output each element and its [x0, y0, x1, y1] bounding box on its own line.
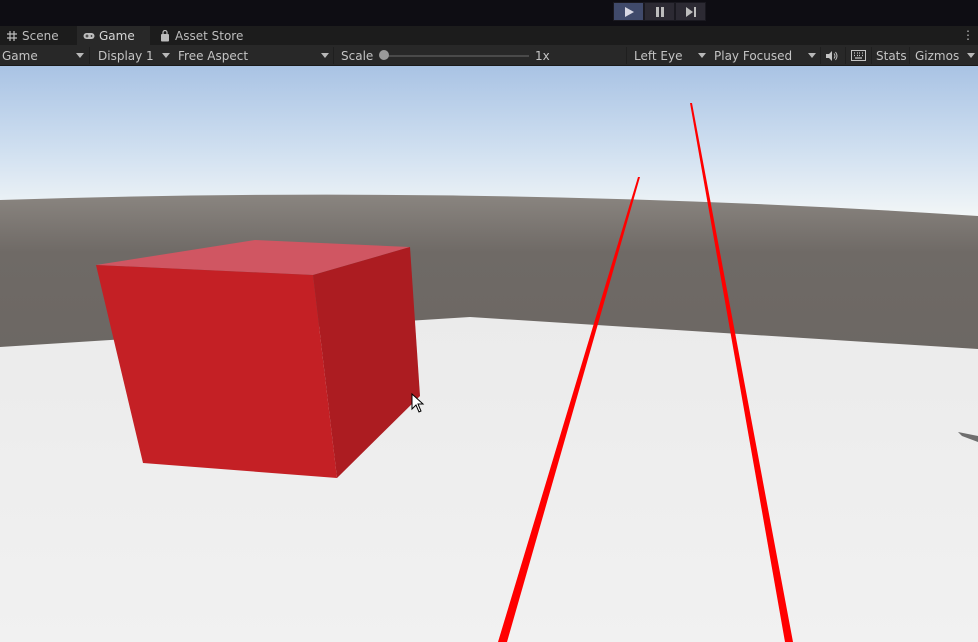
game-viewport[interactable]: [0, 66, 978, 642]
tab-asset-store[interactable]: Asset Store: [153, 26, 249, 45]
aspect-dropdown[interactable]: Free Aspect: [178, 45, 248, 66]
gizmos-button[interactable]: Gizmos: [915, 45, 959, 66]
chevron-down-icon: [76, 53, 84, 58]
display-dropdown-label: Display 1: [98, 48, 154, 63]
scale-slider-handle[interactable]: [379, 50, 389, 60]
grid-icon: [7, 30, 17, 41]
scene-render: [0, 66, 978, 642]
divider: [333, 47, 334, 64]
display-dropdown[interactable]: Display 1: [98, 45, 154, 66]
view-dropdown[interactable]: Game: [2, 45, 38, 66]
divider: [89, 47, 90, 64]
step-icon: [685, 6, 696, 17]
play-button[interactable]: [613, 2, 644, 21]
speaker-icon: [826, 50, 838, 61]
view-dropdown-label: Game: [2, 48, 38, 63]
divider: [871, 47, 872, 64]
tab-label: Asset Store: [175, 28, 244, 43]
eye-dropdown[interactable]: Left Eye: [634, 45, 682, 66]
scale-value-text: 1x: [535, 48, 550, 63]
divider: [820, 47, 821, 64]
tab-label: Scene: [22, 28, 59, 43]
chevron-down-icon: [808, 53, 816, 58]
stats-button[interactable]: Stats: [876, 45, 907, 66]
stats-label: Stats: [876, 48, 907, 63]
aspect-dropdown-label: Free Aspect: [178, 48, 249, 63]
divider: [909, 47, 910, 64]
eye-dropdown-label: Left Eye: [634, 48, 683, 63]
scale-slider-track[interactable]: [384, 55, 529, 57]
red-cube[interactable]: [96, 240, 420, 478]
mute-audio-button[interactable]: [825, 45, 839, 66]
divider: [626, 47, 627, 64]
more-options-icon[interactable]: ⋮: [962, 28, 974, 42]
chevron-down-icon: [321, 53, 329, 58]
gamepad-icon: [83, 32, 95, 39]
scale-label-text: Scale: [341, 48, 374, 63]
pause-icon: [655, 6, 664, 17]
scale-label: Scale: [341, 45, 373, 66]
divider: [845, 47, 846, 64]
gizmos-label: Gizmos: [915, 48, 960, 63]
tab-label: Game: [99, 28, 135, 43]
play-icon: [624, 6, 634, 17]
chevron-down-icon: [698, 53, 706, 58]
tab-bar: Scene Game Asset Store ⋮: [0, 26, 978, 45]
pause-button[interactable]: [644, 2, 675, 21]
step-button[interactable]: [675, 2, 706, 21]
keyboard-icon: [851, 50, 866, 61]
scale-value: 1x: [535, 45, 550, 66]
shortcuts-button[interactable]: [851, 45, 866, 66]
game-toolbar: Game Display 1 Free Aspect Scale 1x Left…: [0, 45, 978, 66]
top-bar: [0, 0, 978, 26]
chevron-down-icon: [967, 53, 975, 58]
play-mode-dropdown-label: Play Focused: [714, 48, 793, 63]
playmode-controls: [613, 2, 706, 21]
tab-game[interactable]: Game: [77, 26, 150, 45]
chevron-down-icon: [162, 53, 170, 58]
sky: [0, 66, 978, 216]
bag-icon: [161, 29, 169, 41]
play-mode-dropdown[interactable]: Play Focused: [714, 45, 792, 66]
tab-scene[interactable]: Scene: [0, 26, 65, 45]
